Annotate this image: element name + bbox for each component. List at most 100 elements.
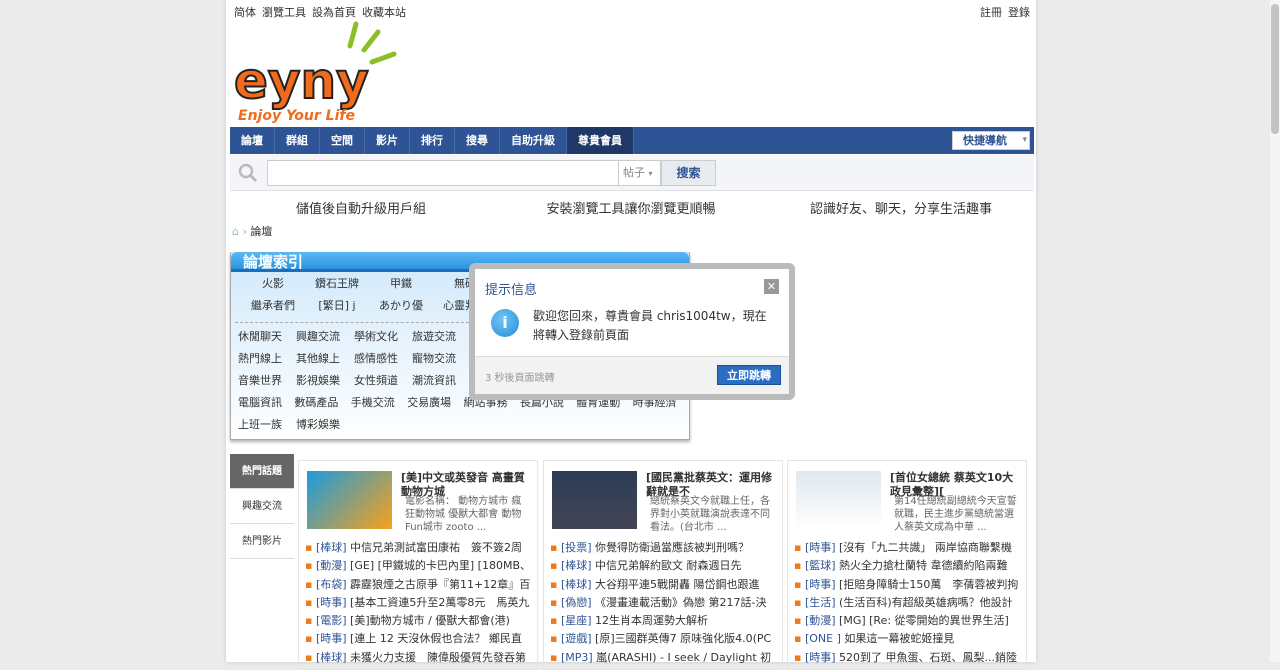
search-type-select[interactable]: 帖子 ▾ <box>619 160 661 186</box>
item-title[interactable]: [基本工資連5升至2萬零8元 馬英九 <box>350 596 529 609</box>
promo-link[interactable]: 安裝瀏覽工具讓你瀏覽更順暢 <box>496 198 766 217</box>
category[interactable]: 學術文化 <box>354 328 412 344</box>
hot-forum[interactable]: 火影 <box>241 275 305 291</box>
scrollbar-thumb[interactable] <box>1271 4 1279 134</box>
list-item[interactable]: ▪ [動漫] [MG] [Re: 從零開始的異世界生活] <box>794 612 1026 630</box>
list-item[interactable]: ▪ [棒球] 中信兄弟測試富田康祐 簽不簽2周 <box>305 539 537 557</box>
link-set-home[interactable]: 設為首頁 <box>312 6 356 19</box>
tab-hot-videos[interactable]: 熱門影片 <box>230 524 294 559</box>
category[interactable]: 女性頻道 <box>354 372 412 388</box>
nav-groups[interactable]: 群組 <box>275 127 320 154</box>
item-title[interactable]: 12生肖本周運勢大解析 <box>595 614 708 627</box>
category[interactable]: 寵物交流 <box>412 350 470 366</box>
category[interactable]: 數碼產品 <box>294 394 350 410</box>
category[interactable]: 其他線上 <box>296 350 354 366</box>
item-title[interactable]: 大谷翔平連5戰開轟 陽岱鋼也跟進 <box>595 578 760 591</box>
category[interactable]: 感情感性 <box>354 350 412 366</box>
list-item[interactable]: ▪ [ONE ] 如果這一幕被蛇姬撞見 <box>794 630 1026 648</box>
link-simplified[interactable]: 简体 <box>234 6 256 19</box>
item-tag[interactable]: [投票] <box>561 541 592 554</box>
tab-interest[interactable]: 興趣交流 <box>230 489 294 524</box>
item-title[interactable]: 你覺得防衛過當應該被判刑嗎？ <box>595 541 749 554</box>
hot-forum[interactable]: 甲鐵 <box>369 275 433 291</box>
list-item[interactable]: ▪ [時事] 520到了 甲魚蛋、石斑、鳳梨...銷陸 <box>794 649 1026 667</box>
hot-forum[interactable]: [繁日] j <box>305 297 369 313</box>
item-tag[interactable]: [籃球] <box>805 559 836 572</box>
category[interactable]: 上班一族 <box>238 416 296 432</box>
item-title[interactable]: [美]動物方城市 / 優獸大都會(港) <box>350 614 510 627</box>
item-tag[interactable]: [遊戲] <box>561 632 592 645</box>
item-title[interactable]: (生活百科)有超級英雄病嗎？他設計 <box>839 596 1013 609</box>
item-title[interactable]: 如果這一幕被蛇姬撞見 <box>844 632 954 645</box>
item-tag[interactable]: [棒球] <box>561 578 592 591</box>
nav-videos[interactable]: 影片 <box>365 127 410 154</box>
nav-forum[interactable]: 論壇 <box>230 127 275 154</box>
nav-search[interactable]: 搜尋 <box>455 127 500 154</box>
item-title[interactable]: [MG] [Re: 從零開始的異世界生活] <box>839 614 1009 627</box>
category[interactable]: 旅遊交流 <box>412 328 470 344</box>
item-title[interactable]: 霹靂狼煙之古原爭『第11+12章』百 <box>350 578 530 591</box>
category[interactable]: 交易廣場 <box>407 394 463 410</box>
item-tag[interactable]: [布袋] <box>316 578 347 591</box>
item-tag[interactable]: [時事] <box>316 596 347 609</box>
item-tag[interactable]: [時事] <box>805 578 836 591</box>
list-item[interactable]: ▪ [時事] [連上 12 天沒休假也合法？ 鄉民直 <box>305 630 537 648</box>
category[interactable]: 電腦資訊 <box>238 394 294 410</box>
item-tag[interactable]: [動漫] <box>805 614 836 627</box>
category[interactable]: 手機交流 <box>351 394 407 410</box>
nav-ranking[interactable]: 排行 <box>410 127 455 154</box>
list-item[interactable]: ▪ [生活] (生活百科)有超級英雄病嗎？他設計 <box>794 594 1026 612</box>
promo-link[interactable]: 認識好友、聊天，分享生活趣事 <box>766 198 1036 217</box>
list-item[interactable]: ▪ [MP3] 嵐(ARASHI) - I seek / Daylight 初 <box>550 649 782 667</box>
item-title[interactable]: [原]三國群英傳7 原味強化版4.0(PC <box>595 632 771 645</box>
thumbnail-image[interactable] <box>796 471 881 529</box>
item-title[interactable]: 《漫畫連載活動》偽戀 第217話-決 <box>595 596 766 609</box>
close-icon[interactable]: ✕ <box>764 279 779 294</box>
tab-hot-topics[interactable]: 熱門話題 <box>230 454 294 489</box>
link-bookmark[interactable]: 收藏本站 <box>362 6 406 19</box>
item-title[interactable]: [GE] [甲鐵城的卡巴內里] [180MB、 <box>350 559 531 572</box>
register-link[interactable]: 註冊 <box>980 6 1002 19</box>
link-browser-tool[interactable]: 瀏覽工具 <box>262 6 306 19</box>
item-tag[interactable]: [電影] <box>316 614 347 627</box>
category[interactable]: 熱門線上 <box>238 350 296 366</box>
list-item[interactable]: ▪ [星座] 12生肖本周運勢大解析 <box>550 612 782 630</box>
list-item[interactable]: ▪ [時事] [拒賠身障騎士150萬 李蒨蓉被判拘 <box>794 576 1026 594</box>
item-title[interactable]: [沒有「九二共識」 兩岸協商聯繫機 <box>839 541 1012 554</box>
list-item[interactable]: ▪ [偽戀] 《漫畫連載活動》偽戀 第217話-決 <box>550 594 782 612</box>
item-tag[interactable]: [棒球] <box>316 541 347 554</box>
list-item[interactable]: ▪ [投票] 你覺得防衛過當應該被判刑嗎？ <box>550 539 782 557</box>
list-item[interactable]: ▪ [電影] [美]動物方城市 / 優獸大都會(港) <box>305 612 537 630</box>
nav-space[interactable]: 空間 <box>320 127 365 154</box>
list-item[interactable]: ▪ [時事] [沒有「九二共識」 兩岸協商聯繫機 <box>794 539 1026 557</box>
item-tag[interactable]: [生活] <box>805 596 836 609</box>
item-tag[interactable]: [時事] <box>316 632 347 645</box>
category[interactable]: 潮流資訊 <box>412 372 470 388</box>
list-item[interactable]: ▪ [時事] [基本工資連5升至2萬零8元 馬英九 <box>305 594 537 612</box>
hot-forum[interactable]: 繼承者們 <box>241 297 305 313</box>
list-item[interactable]: ▪ [棒球] 未獲火力支援 陳偉殷優質先發吞第 <box>305 649 537 667</box>
list-item[interactable]: ▪ [棒球] 大谷翔平連5戰開轟 陽岱鋼也跟進 <box>550 576 782 594</box>
list-item[interactable]: ▪ [籃球] 熱火全力搶杜蘭特 韋德續約陷兩難 <box>794 557 1026 575</box>
category[interactable]: 音樂世界 <box>238 372 296 388</box>
item-title[interactable]: 熱火全力搶杜蘭特 韋德續約陷兩難 <box>839 559 1008 572</box>
list-item[interactable]: ▪ [布袋] 霹靂狼煙之古原爭『第11+12章』百 <box>305 576 537 594</box>
category[interactable]: 興趣交流 <box>296 328 354 344</box>
item-tag[interactable]: [時事] <box>805 541 836 554</box>
nav-auto-upgrade[interactable]: 自助升級 <box>500 127 567 154</box>
thumbnail-image[interactable] <box>552 471 637 529</box>
item-tag[interactable]: [棒球] <box>561 559 592 572</box>
nav-vip[interactable]: 尊貴會員 <box>567 127 634 154</box>
quick-nav-button[interactable]: 快捷導航 <box>952 131 1030 150</box>
item-tag[interactable]: [偽戀] <box>561 596 592 609</box>
category[interactable]: 休閒聊天 <box>238 328 296 344</box>
item-tag[interactable]: [星座] <box>561 614 592 627</box>
item-tag[interactable]: [ONE ] <box>805 632 841 645</box>
item-title[interactable]: 中信兄弟測試富田康祐 簽不簽2周 <box>350 541 522 554</box>
hot-forum[interactable]: あかり優 <box>369 297 433 313</box>
breadcrumb-forum[interactable]: 論壇 <box>250 225 272 238</box>
home-icon[interactable]: ⌂ <box>232 225 239 238</box>
list-item[interactable]: ▪ [棒球] 中信兄弟解約歐文 耐森週日先 <box>550 557 782 575</box>
search-input[interactable] <box>267 160 619 186</box>
item-tag[interactable]: [動漫] <box>316 559 347 572</box>
